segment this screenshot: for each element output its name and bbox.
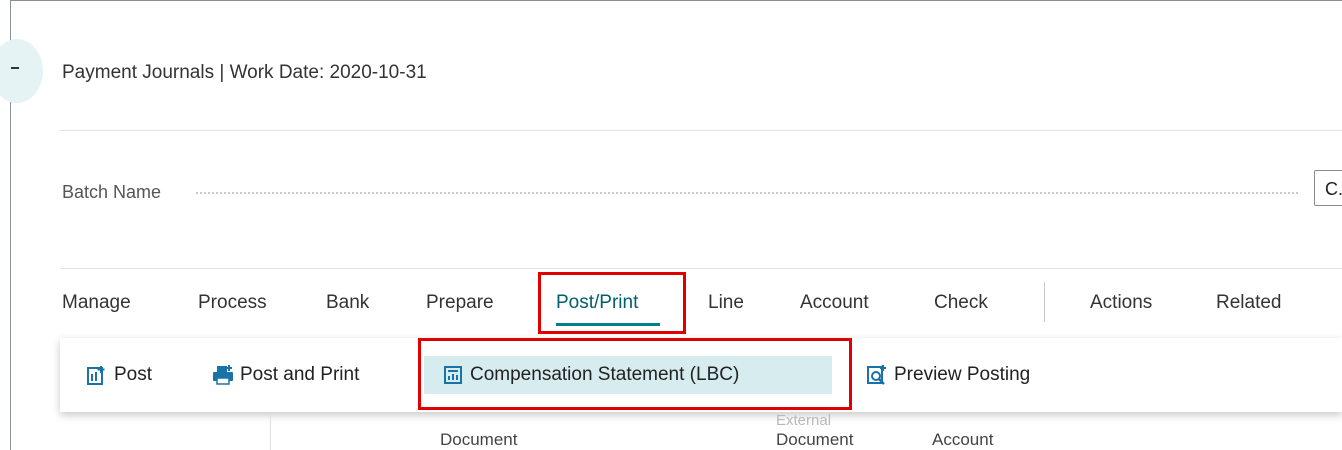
post-and-print-button[interactable]: Post and Print [212,356,359,394]
tab-related[interactable]: Related [1216,292,1282,314]
back-button[interactable] [0,39,43,103]
tab-line[interactable]: Line [708,292,744,314]
report-icon [444,366,462,384]
preview-icon [867,365,886,385]
preview-posting-button[interactable]: Preview Posting [866,356,1030,394]
column-header-document: Document [440,430,518,449]
divider [60,130,1342,131]
tab-account[interactable]: Account [800,292,869,314]
grid-divider [270,412,271,450]
post-button[interactable]: Post [86,356,152,394]
tab-actions[interactable]: Actions [1090,292,1152,314]
post-and-print-label: Post and Print [240,364,360,385]
back-arrow-icon [11,67,19,69]
tab-bank[interactable]: Bank [326,292,369,314]
tab-post-print[interactable]: Post/Print [556,292,638,314]
tab-process[interactable]: Process [198,292,267,314]
compensation-statement-label: Compensation Statement (LBC) [470,364,740,385]
tab-separator [1044,282,1045,322]
field-leader-dots [196,192,1298,194]
preview-posting-label: Preview Posting [894,364,1031,385]
divider [60,268,1342,269]
post-label: Post [114,364,153,385]
column-header-external-document: Document [776,430,854,449]
batch-name-field[interactable]: C... [1314,170,1342,206]
batch-name-label: Batch Name [62,182,162,202]
tab-prepare[interactable]: Prepare [426,292,494,314]
column-header-external-partial: External [776,412,832,429]
action-bar: Post Post and Print Compensation Stateme… [60,338,1342,412]
page-title: Payment Journals | Work Date: 2020-10-31 [62,62,427,83]
tab-manage[interactable]: Manage [62,292,131,314]
printer-icon [213,365,233,385]
column-header-account: Account [932,430,994,449]
active-tab-indicator [556,323,660,326]
compensation-statement-button[interactable]: Compensation Statement (LBC) [424,356,832,394]
tab-check[interactable]: Check [934,292,988,314]
post-icon [87,366,105,385]
